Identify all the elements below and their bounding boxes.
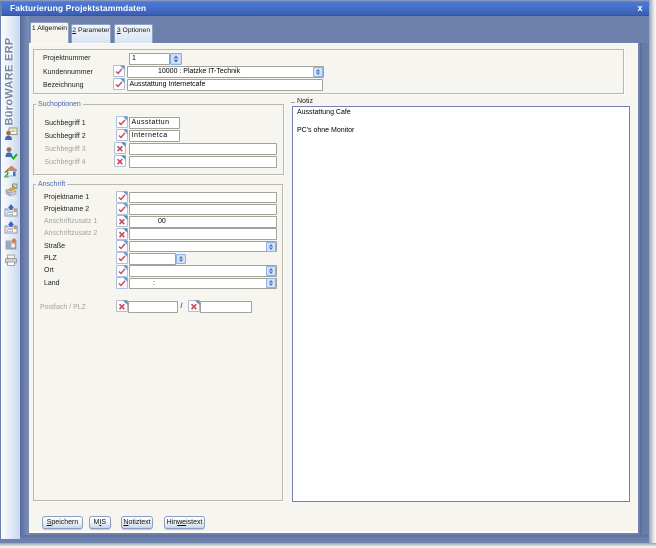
svg-text:2: 2 [4, 170, 9, 179]
